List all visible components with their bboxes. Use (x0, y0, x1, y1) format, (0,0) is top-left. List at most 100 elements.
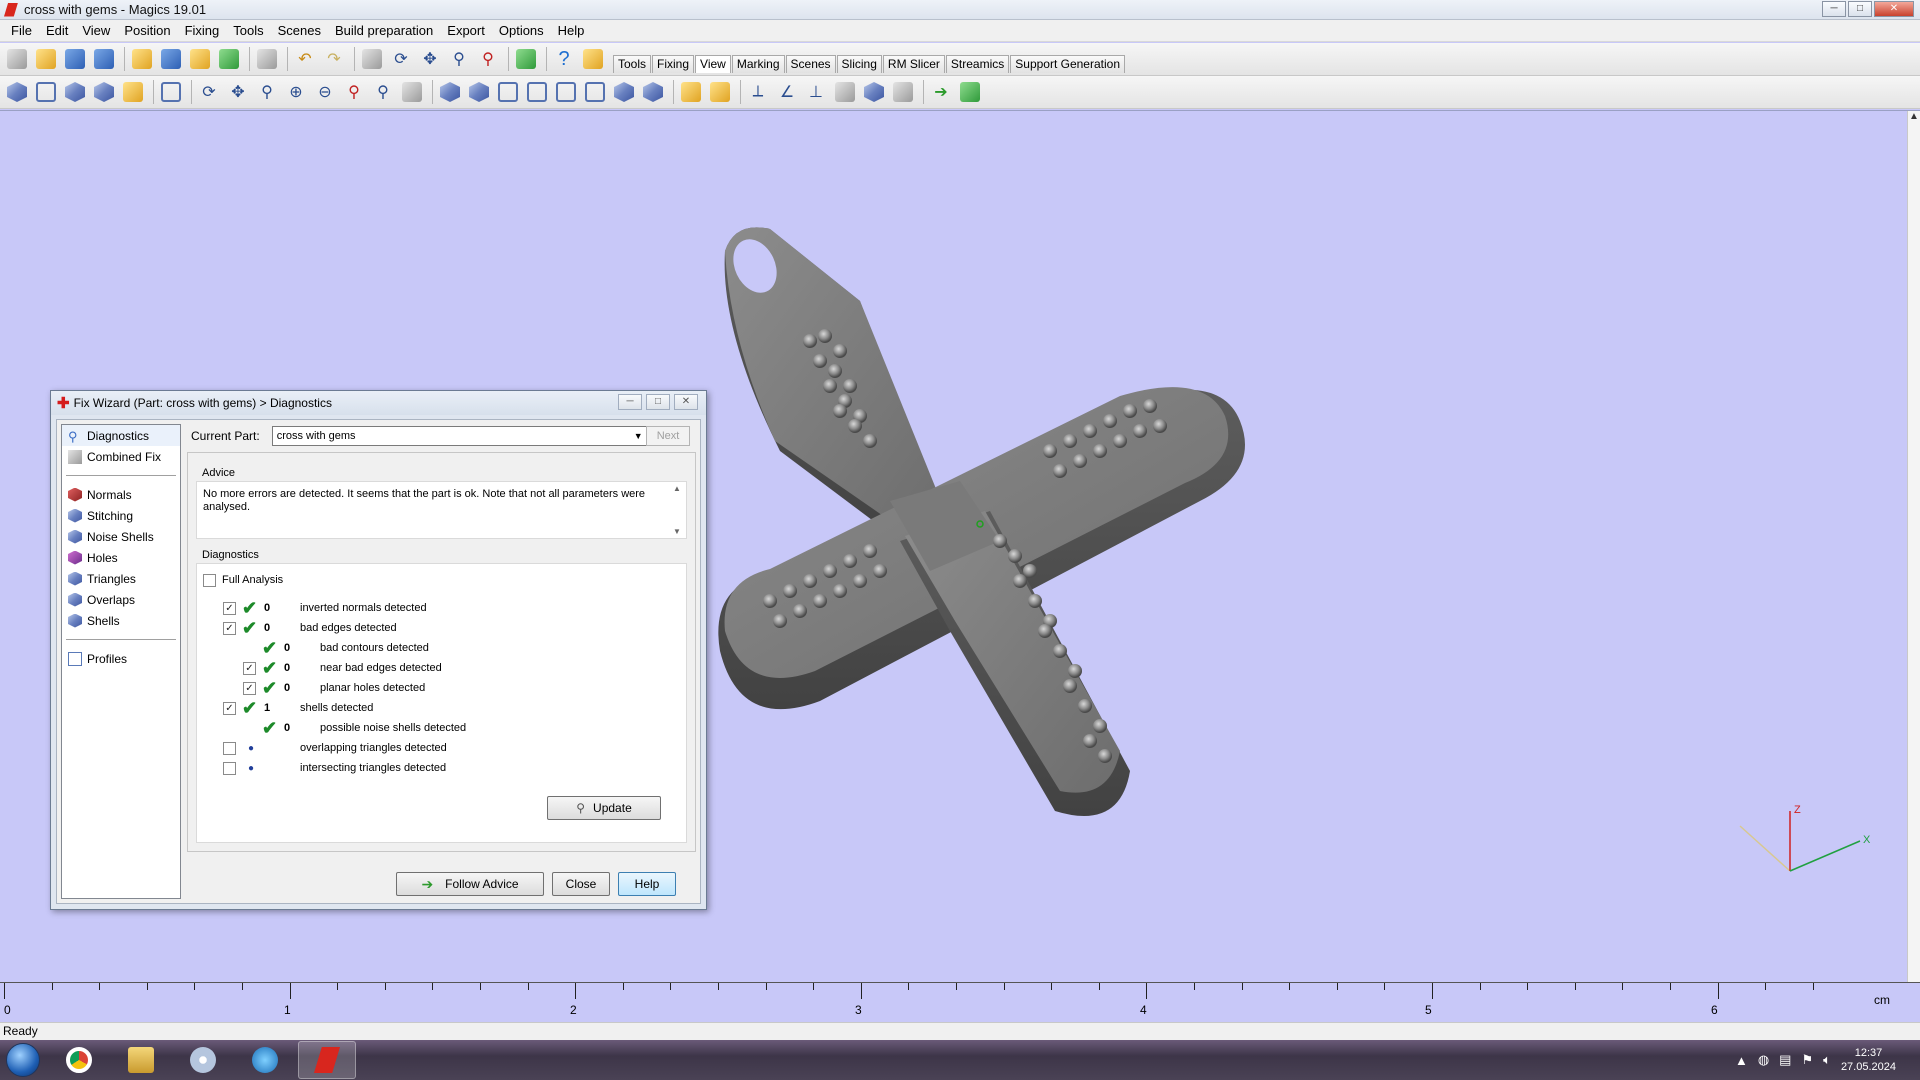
flag-icon[interactable]: ⚑ (1801, 1052, 1813, 1068)
view-wireframe-icon[interactable] (33, 79, 59, 105)
tab-scenes[interactable]: Scenes (785, 55, 836, 73)
tab-tools[interactable]: Tools (613, 55, 652, 73)
import-part-icon[interactable] (129, 46, 155, 72)
rotate-view-icon[interactable]: ⟳ (196, 79, 222, 105)
help-button[interactable]: Help (618, 872, 676, 896)
tab-rm-slicer[interactable]: RM Slicer (882, 55, 945, 73)
view-top-icon[interactable] (437, 79, 463, 105)
advice-scrollbar[interactable]: ▲ ▼ (670, 484, 684, 536)
print-icon[interactable] (254, 46, 280, 72)
hand-icon[interactable] (678, 79, 704, 105)
measure-angle-icon[interactable]: ∠ (774, 79, 800, 105)
view-bounding-icon[interactable] (120, 79, 146, 105)
menu-export[interactable]: Export (440, 21, 492, 41)
tray-expand-icon[interactable]: ▲ (1735, 1053, 1748, 1068)
clip-icon[interactable] (861, 79, 887, 105)
taskbar-paint[interactable] (174, 1041, 232, 1079)
taskbar-chrome[interactable] (50, 1041, 108, 1079)
zoom-out-icon[interactable]: ⊖ (312, 79, 338, 105)
overlapping-triangles-checkbox[interactable] (223, 741, 236, 755)
view-box-icon[interactable] (158, 79, 184, 105)
network-globe-icon[interactable]: ◍ (1758, 1052, 1769, 1068)
update-button[interactable]: ⚲ Update (547, 796, 661, 820)
menu-options[interactable]: Options (492, 21, 551, 41)
help-icon[interactable]: ? (551, 46, 577, 72)
load-part-icon[interactable] (187, 46, 213, 72)
menu-position[interactable]: Position (117, 21, 177, 41)
unload-part-icon[interactable] (216, 46, 242, 72)
light-icon[interactable] (399, 79, 425, 105)
nav-item-stitching[interactable]: Stitching (62, 505, 180, 526)
tab-streamics[interactable]: Streamics (945, 55, 1010, 73)
shells-checkbox[interactable]: ✓ (223, 701, 236, 715)
follow-advice-button[interactable]: ➔ Follow Advice (396, 872, 544, 896)
nav-item-noise-shells[interactable]: Noise Shells (62, 526, 180, 547)
nav-item-overlaps[interactable]: Overlaps (62, 589, 180, 610)
close-window-button[interactable]: ✕ (1874, 1, 1914, 17)
menu-tools[interactable]: Tools (226, 21, 270, 41)
intersecting-triangles-checkbox[interactable] (223, 761, 236, 775)
tab-slicing[interactable]: Slicing (836, 55, 882, 73)
menu-build-preparation[interactable]: Build preparation (328, 21, 440, 41)
inverted-normals-checkbox[interactable]: ✓ (223, 601, 236, 615)
checklist-icon[interactable] (513, 46, 539, 72)
menu-fixing[interactable]: Fixing (178, 21, 227, 41)
bad-edges-checkbox[interactable]: ✓ (223, 621, 236, 635)
tab-marking[interactable]: Marking (731, 55, 785, 73)
nav-item-holes[interactable]: Holes (62, 547, 180, 568)
taskbar-explorer[interactable] (112, 1041, 170, 1079)
taskbar-magics[interactable] (298, 1041, 356, 1079)
tab-support-generation[interactable]: Support Generation (1010, 55, 1126, 73)
start-button[interactable] (0, 1040, 46, 1080)
advice-box[interactable]: No more errors are detected. It seems th… (196, 481, 687, 539)
view-triangles-icon[interactable] (91, 79, 117, 105)
menu-view[interactable]: View (75, 21, 117, 41)
taskbar-app-v[interactable] (236, 1041, 294, 1079)
maximize-button[interactable]: □ (1848, 1, 1872, 17)
zoom-window-icon[interactable]: ⚲ (370, 79, 396, 105)
view-back-icon[interactable] (553, 79, 579, 105)
view-bottom-icon[interactable] (466, 79, 492, 105)
view-right-icon[interactable] (524, 79, 550, 105)
tab-view[interactable]: View (695, 55, 731, 73)
undo-icon[interactable]: ↶ (292, 46, 318, 72)
current-part-select[interactable]: cross with gems ▼ (271, 426, 648, 446)
open-folder-icon[interactable] (33, 46, 59, 72)
explode-icon[interactable] (890, 79, 916, 105)
planar-holes-checkbox[interactable]: ✓ (243, 681, 256, 695)
pan-icon[interactable]: ✥ (417, 46, 443, 72)
volume-icon[interactable]: 🔈︎ (1823, 1052, 1831, 1068)
view-iso3-icon[interactable] (640, 79, 666, 105)
arrow-right-icon[interactable]: ➔ (928, 79, 954, 105)
zoom-in-icon[interactable]: ⊕ (283, 79, 309, 105)
nav-item-shells[interactable]: Shells (62, 610, 180, 631)
ruler-icon[interactable]: ⊥ (803, 79, 829, 105)
full-analysis-checkbox[interactable] (203, 573, 216, 587)
tab-fixing[interactable]: Fixing (652, 55, 695, 73)
next-button[interactable]: Next (646, 426, 690, 446)
nav-item-combined-fix[interactable]: Combined Fix (62, 446, 180, 467)
new-file-icon[interactable] (4, 46, 30, 72)
minimize-button[interactable]: ─ (1822, 1, 1846, 17)
clock[interactable]: 12:37 27.05.2024 (1841, 1046, 1896, 1074)
viewport-side-bar[interactable]: ▲ (1907, 111, 1920, 983)
zoom-reset-icon[interactable]: ⚲ (475, 46, 501, 72)
assistant-icon[interactable] (580, 46, 606, 72)
language-flag-icon[interactable]: ▤ (1779, 1052, 1791, 1068)
screenshot-icon[interactable] (957, 79, 983, 105)
view-front-icon[interactable] (4, 79, 30, 105)
select-parts-icon[interactable] (359, 46, 385, 72)
cross-with-gems-model[interactable] (700, 211, 1260, 821)
view-left-icon[interactable] (495, 79, 521, 105)
near-bad-edges-checkbox[interactable]: ✓ (243, 661, 256, 675)
dialog-close-button[interactable]: ✕ (674, 394, 698, 410)
save-icon[interactable] (62, 46, 88, 72)
nav-item-profiles[interactable]: Profiles (62, 648, 180, 669)
menu-edit[interactable]: Edit (39, 21, 75, 41)
nav-item-triangles[interactable]: Triangles (62, 568, 180, 589)
measure-icon[interactable]: ⟂ (745, 79, 771, 105)
menu-file[interactable]: File (4, 21, 39, 41)
save-as-icon[interactable] (91, 46, 117, 72)
scroll-arrow-icon[interactable]: ▲ (1908, 111, 1920, 122)
zoom-icon[interactable]: ⚲ (446, 46, 472, 72)
